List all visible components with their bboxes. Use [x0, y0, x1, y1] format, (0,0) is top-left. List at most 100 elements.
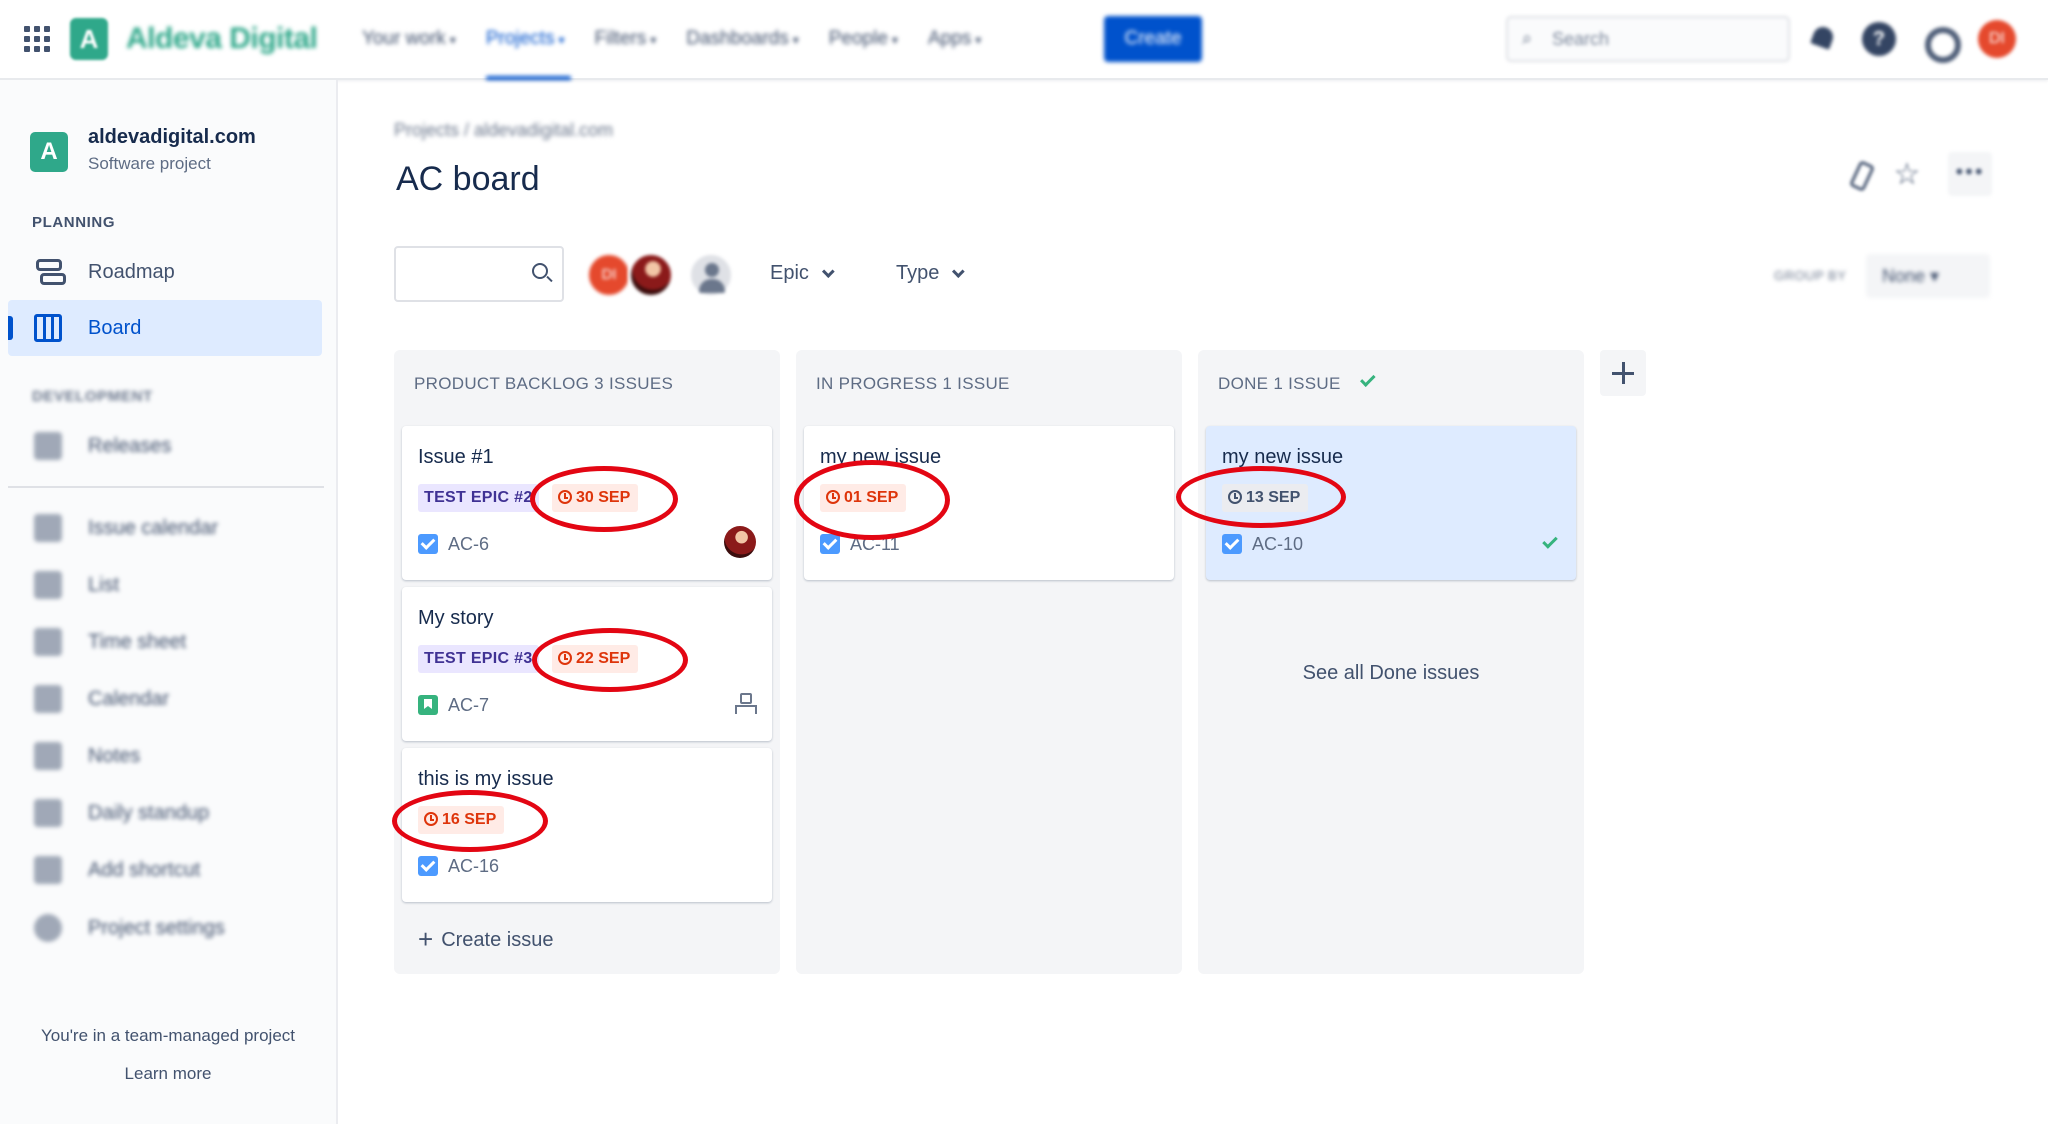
- search-icon: ⌕: [1522, 28, 1533, 48]
- assignee-avatar-photo[interactable]: [628, 252, 674, 298]
- team-managed-note: You're in a team-managed project: [41, 1026, 295, 1045]
- nav-dashboards[interactable]: Dashboards ▾: [686, 0, 798, 80]
- roadmap-icon: [34, 258, 66, 286]
- resolved-check-icon: [1542, 533, 1558, 549]
- pin-icon[interactable]: [1842, 158, 1876, 192]
- column-title: DONE 1 ISSUE: [1218, 371, 1376, 394]
- see-all-done-link[interactable]: See all Done issues: [1198, 662, 1584, 685]
- sidebar-item-label: Board: [88, 317, 142, 339]
- issue-card[interactable]: My story TEST EPIC #3 22 SEP AC-7: [402, 587, 772, 741]
- sidebar-item-project-settings[interactable]: Project settings: [8, 900, 322, 956]
- create-button[interactable]: Create: [1104, 16, 1202, 62]
- column-title: IN PROGRESS 1 ISSUE: [816, 374, 1010, 393]
- sidebar-item-releases[interactable]: Releases: [8, 418, 322, 474]
- brand-logo-icon[interactable]: A: [70, 18, 108, 60]
- done-check-icon: [1359, 371, 1376, 387]
- board-column-done: DONE 1 ISSUE my new issue 13 SEP AC-10 S…: [1198, 350, 1584, 974]
- clock-icon: [558, 651, 572, 665]
- calendar-icon: [34, 685, 62, 713]
- issue-key[interactable]: AC-16: [448, 856, 499, 877]
- sidebar-item-calendar[interactable]: Calendar: [8, 671, 322, 727]
- unassigned-avatar-icon[interactable]: [688, 252, 734, 298]
- issue-key[interactable]: AC-7: [448, 695, 489, 716]
- due-date-badge: 30 SEP: [552, 484, 639, 512]
- board-column-product-backlog: PRODUCT BACKLOG 3 ISSUES Issue #1 TEST E…: [394, 350, 780, 974]
- sidebar-item-roadmap[interactable]: Roadmap: [8, 244, 322, 300]
- sidebar-item-daily-standup[interactable]: Daily standup: [8, 785, 322, 841]
- search-placeholder: Search: [1552, 29, 1610, 49]
- assignee-avatar[interactable]: DI: [586, 252, 632, 298]
- sidebar-item-notes[interactable]: Notes: [8, 728, 322, 784]
- sidebar-item-board[interactable]: Board: [8, 300, 322, 356]
- due-date-badge: 16 SEP: [418, 806, 505, 834]
- issue-title: Issue #1: [418, 446, 494, 468]
- sidebar-item-label: Add shortcut: [88, 859, 201, 881]
- development-section-label: DEVELOPMENT: [32, 388, 153, 405]
- clock-icon: [558, 490, 572, 504]
- nav-projects[interactable]: Projects ▾: [485, 0, 571, 80]
- issue-title: my new issue: [1222, 446, 1344, 468]
- sidebar-item-label: Releases: [88, 435, 172, 457]
- group-by-label: GROUP BY: [1774, 268, 1847, 283]
- nav-people[interactable]: People ▾: [829, 0, 898, 80]
- clock-icon: [424, 812, 438, 826]
- sidebar-item-label: Time sheet: [88, 631, 187, 653]
- top-navigation: A Aldeva Digital Your work ▾ Projects ▾ Fi…: [0, 0, 2048, 80]
- sidebar-item-label: Calendar: [88, 688, 170, 710]
- breadcrumb[interactable]: Projects / aldevadigital.com: [394, 120, 613, 141]
- task-type-icon: [418, 534, 438, 554]
- issue-card[interactable]: my new issue 01 SEP AC-11: [804, 426, 1174, 580]
- assignee-avatar[interactable]: [724, 526, 756, 558]
- brand-name[interactable]: Aldeva Digital: [126, 22, 318, 56]
- add-column-button[interactable]: [1600, 350, 1646, 396]
- story-type-icon: [418, 695, 438, 715]
- epic-badge: TEST EPIC #3: [418, 645, 539, 673]
- sidebar-item-issue-calendar[interactable]: Issue calendar: [8, 500, 322, 556]
- clipboard-icon: [34, 799, 62, 827]
- timesheet-icon: [34, 628, 62, 656]
- more-actions-button[interactable]: •••: [1948, 152, 1992, 196]
- issue-card[interactable]: my new issue 13 SEP AC-10: [1206, 426, 1576, 580]
- planning-section-label: PLANNING: [32, 214, 116, 231]
- notifications-icon[interactable]: [1806, 22, 1840, 56]
- app-switcher-icon[interactable]: [24, 26, 50, 52]
- settings-gear-icon[interactable]: [1920, 22, 1961, 63]
- epic-filter-dropdown[interactable]: Epic: [770, 262, 835, 285]
- star-icon[interactable]: ☆: [1890, 158, 1924, 192]
- nav-apps[interactable]: Apps ▾: [928, 0, 981, 80]
- project-avatar[interactable]: A: [30, 132, 68, 172]
- child-issues-icon[interactable]: [734, 693, 757, 714]
- create-issue-button[interactable]: + Create issue: [418, 924, 553, 955]
- ship-icon: [34, 432, 62, 460]
- list-icon: [34, 571, 62, 599]
- due-date-badge: 01 SEP: [820, 484, 907, 512]
- due-date-badge: 13 SEP: [1222, 484, 1309, 512]
- epic-badge: TEST EPIC #2: [418, 484, 539, 512]
- issue-title: my new issue: [820, 446, 942, 468]
- sidebar-item-time-sheet[interactable]: Time sheet: [8, 614, 322, 670]
- sidebar-item-label: Issue calendar: [88, 517, 219, 539]
- type-filter-dropdown[interactable]: Type: [896, 262, 966, 285]
- board-search-input[interactable]: [394, 246, 564, 302]
- profile-avatar[interactable]: DI: [1978, 20, 2016, 58]
- issue-key[interactable]: AC-11: [850, 534, 900, 555]
- nav-filters[interactable]: Filters ▾: [595, 0, 657, 80]
- chevron-down-icon: ▾: [558, 33, 565, 47]
- clock-icon: [1228, 490, 1242, 504]
- issue-key[interactable]: AC-10: [1252, 534, 1303, 555]
- sidebar-item-add-shortcut[interactable]: Add shortcut: [8, 842, 322, 898]
- nav-your-work[interactable]: Your work ▾: [362, 0, 456, 80]
- issue-card[interactable]: Issue #1 TEST EPIC #2 30 SEP AC-6: [402, 426, 772, 580]
- group-by-select[interactable]: None ▾: [1866, 254, 1990, 298]
- help-icon[interactable]: ?: [1862, 22, 1896, 56]
- board-icon: [34, 314, 62, 342]
- global-search-input[interactable]: ⌕ Search: [1506, 16, 1790, 62]
- issue-card[interactable]: this is my issue 16 SEP AC-16: [402, 748, 772, 902]
- plus-icon: +: [418, 924, 434, 954]
- sidebar-item-label: List: [88, 574, 120, 596]
- chevron-down-icon: ▾: [650, 33, 657, 47]
- learn-more-link[interactable]: Learn more: [0, 1064, 336, 1084]
- project-name[interactable]: aldevadigital.com: [88, 126, 256, 149]
- sidebar-item-list[interactable]: List: [8, 557, 322, 613]
- issue-key[interactable]: AC-6: [448, 534, 489, 555]
